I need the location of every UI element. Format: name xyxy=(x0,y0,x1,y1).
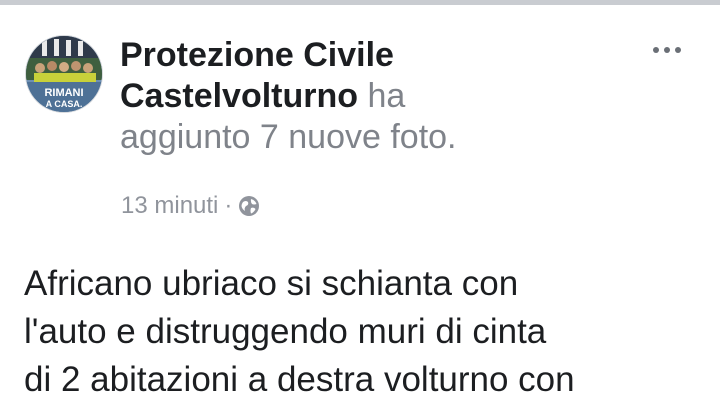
more-options-icon-dot xyxy=(664,47,670,53)
post-header-text: Protezione Civile Castelvolturno ha aggiu… xyxy=(120,35,640,158)
avatar-badge-line2: A CASA. xyxy=(46,99,83,109)
post-message: Africano ubriaco si schianta con l'auto … xyxy=(24,260,714,404)
timestamp-link[interactable]: 13 minuti xyxy=(121,191,218,221)
globe-icon xyxy=(238,195,260,217)
post-message-line1: Africano ubriaco si schianta con xyxy=(24,264,519,303)
action-part2: aggiunto 7 nuove foto. xyxy=(120,118,457,156)
post-message-line3: di 2 abitazioni a destra volturno con xyxy=(24,360,575,399)
page-name-line1: Protezione Civile xyxy=(120,36,394,74)
meta-separator: · xyxy=(224,192,233,219)
avatar-badge-line1: RIMANI xyxy=(44,87,83,99)
more-options-button[interactable] xyxy=(644,35,690,65)
page-name-link[interactable]: Protezione Civile Castelvolturno xyxy=(120,36,394,115)
post-card: RIMANI A CASA. Protezione Civile Castelvo… xyxy=(0,5,720,405)
more-options-icon-dot xyxy=(675,47,681,53)
post-message-line2: l'auto e distruggendo muri di cinta xyxy=(24,312,547,351)
page-avatar[interactable]: RIMANI A CASA. xyxy=(25,35,103,113)
action-part1: ha xyxy=(367,77,406,115)
post-meta: 13 minuti · xyxy=(121,191,260,221)
more-options-icon xyxy=(653,47,659,53)
page-name-line2: Castelvolturno xyxy=(120,77,359,115)
